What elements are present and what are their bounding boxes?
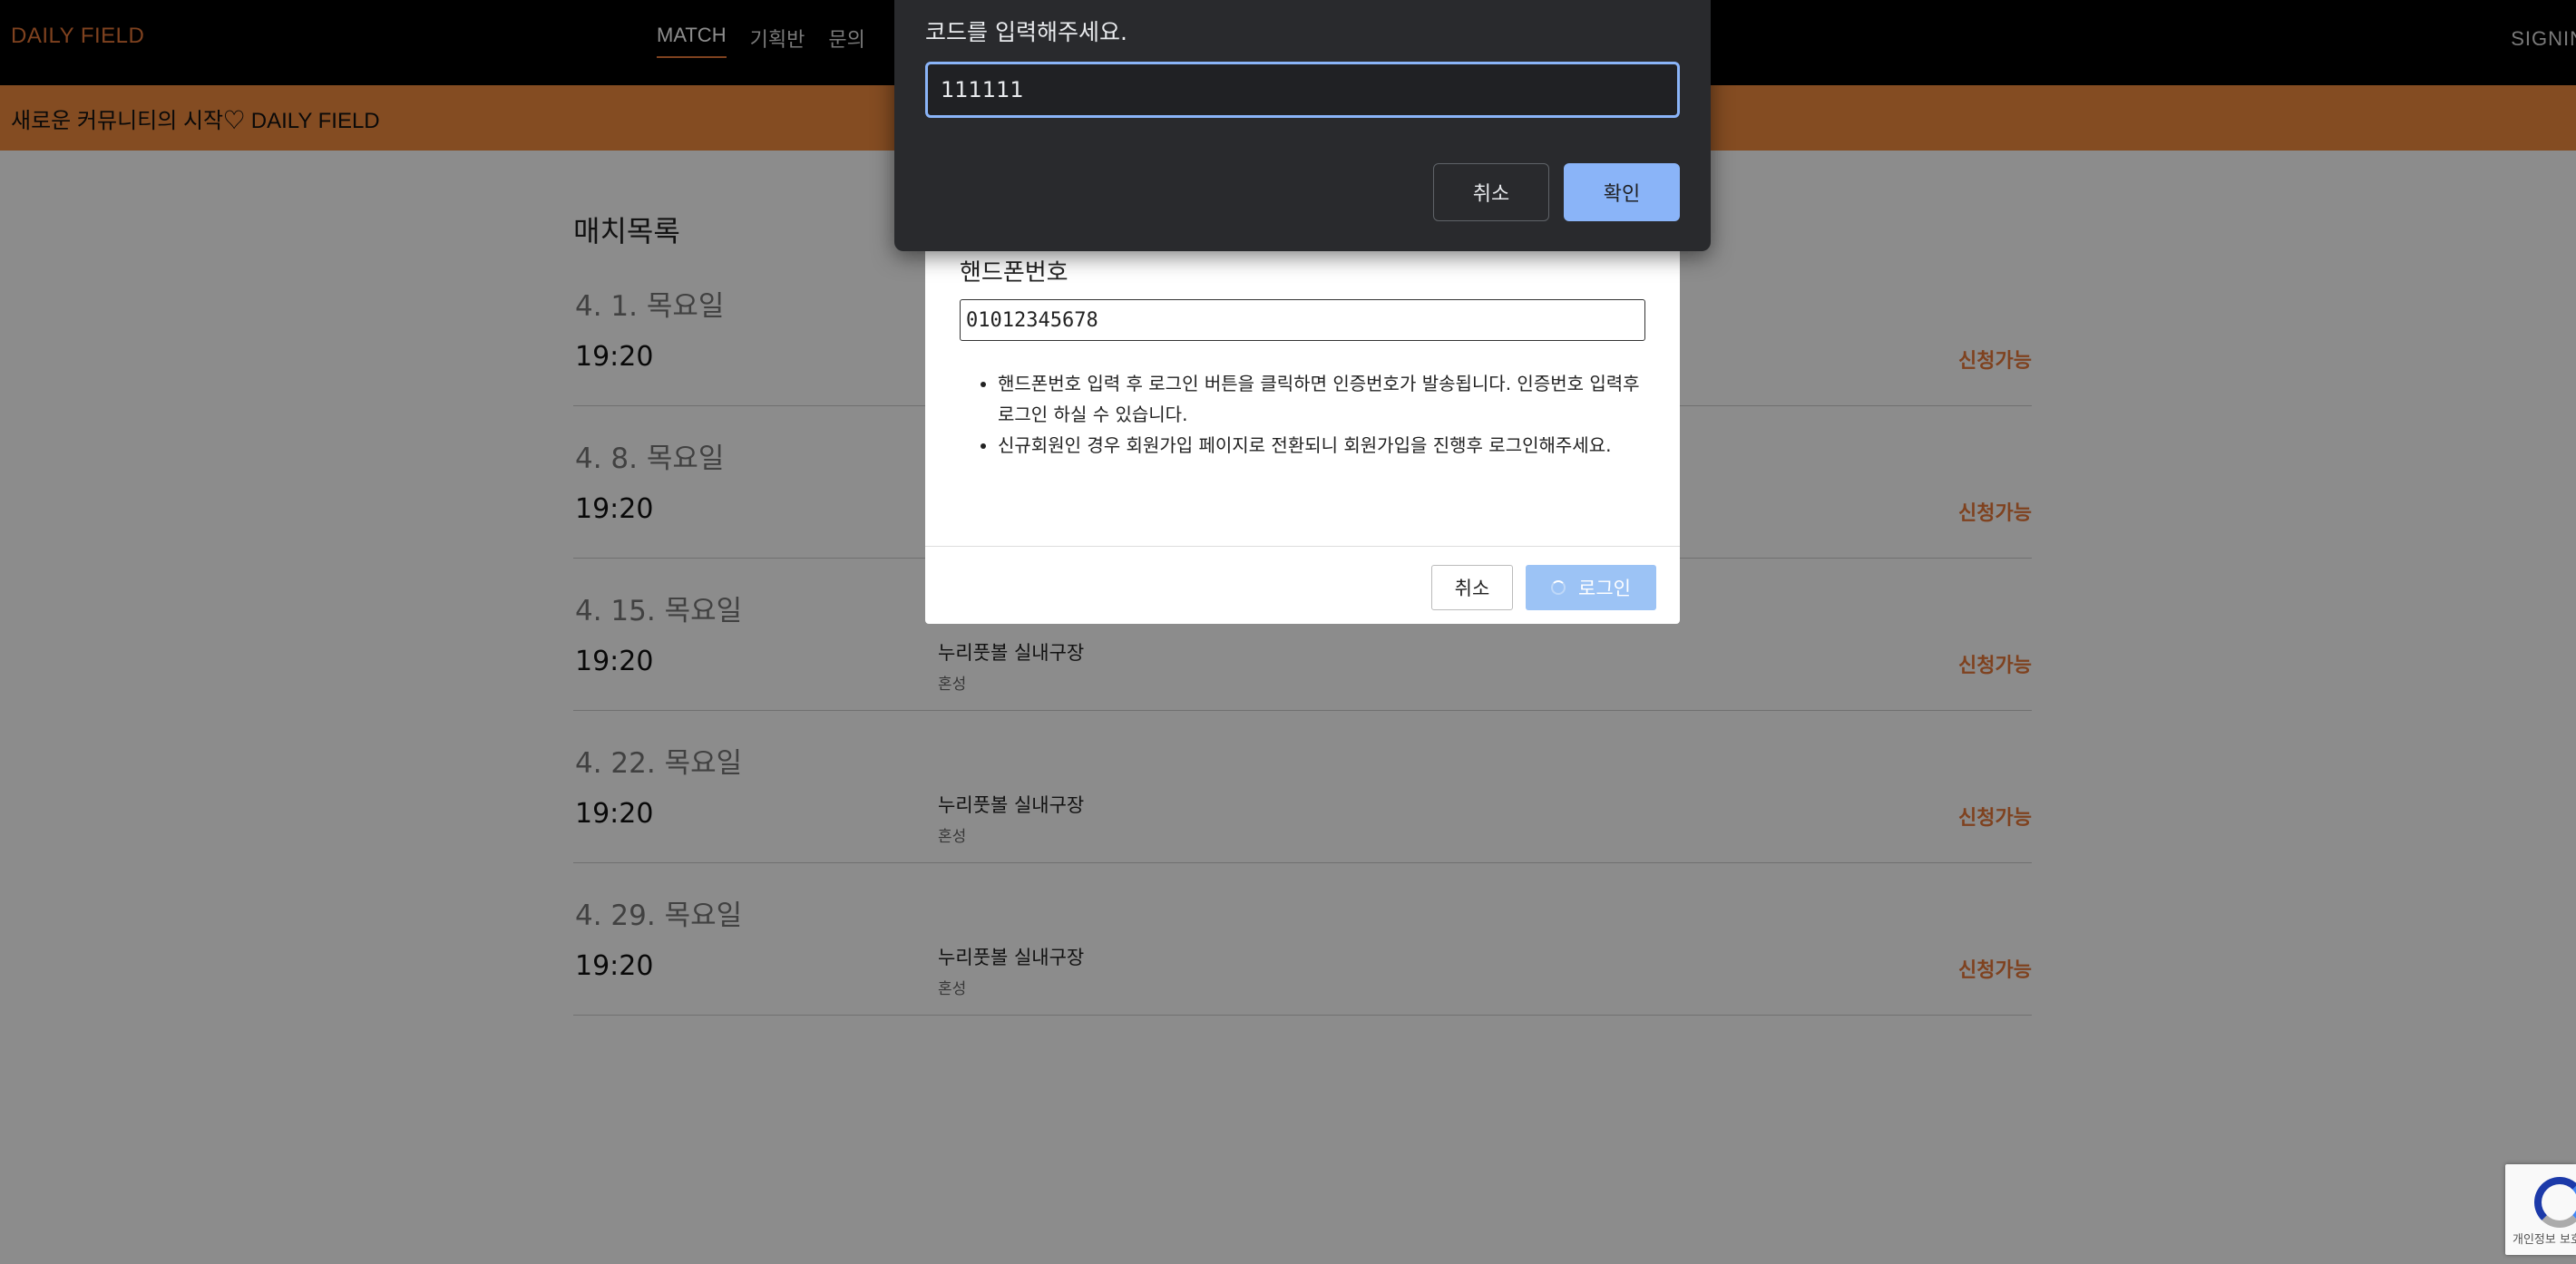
login-note: 신규회원인 경우 회원가입 페이지로 전환되니 회원가입을 진행후 로그인해주세… [998,430,1660,461]
prompt-message: 코드를 입력해주세요. [925,19,1127,45]
cancel-button[interactable]: 취소 [1431,565,1513,610]
login-button[interactable]: 로그인 [1526,565,1656,610]
login-modal: 핸드폰번호 핸드폰번호 입력 후 로그인 버튼을 클릭하면 인증번호가 발송됩니… [925,209,1680,624]
phone-input[interactable] [960,299,1645,341]
login-button-label: 로그인 [1578,578,1631,599]
recaptcha-privacy-text: 개인정보 보호 [2513,1233,2576,1247]
login-note: 핸드폰번호 입력 후 로그인 버튼을 클릭하면 인증번호가 발송됩니다. 인증번… [998,368,1660,430]
recaptcha-badge[interactable]: 개인정보 보호 [2505,1164,2576,1255]
code-prompt-dialog: 코드를 입력해주세요. 취소 확인 [894,0,1711,251]
loading-spinner-icon [1551,580,1566,595]
recaptcha-icon [2534,1177,2576,1228]
prompt-cancel-button[interactable]: 취소 [1433,163,1549,221]
modal-footer: 취소 로그인 [925,546,1680,624]
code-input[interactable] [925,62,1680,118]
login-notes: 핸드폰번호 입력 후 로그인 버튼을 클릭하면 인증번호가 발송됩니다. 인증번… [998,368,1660,461]
prompt-confirm-button[interactable]: 확인 [1564,163,1680,221]
phone-label: 핸드폰번호 [960,259,1068,287]
